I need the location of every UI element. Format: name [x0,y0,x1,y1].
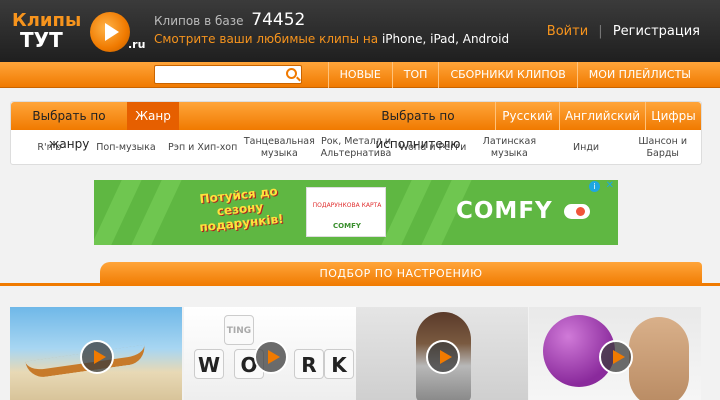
play-icon[interactable] [80,340,114,374]
dice-letter: W [194,349,224,379]
mood-title: Подбор по настроению [319,267,483,280]
auth-links: Войти | Регистрация [547,24,700,39]
logo-play-icon [90,12,130,52]
tab-genre[interactable]: Жанр [127,102,179,130]
ad-brand-logo: COMFY [456,198,553,224]
tagline: Смотрите ваши любимые клипы на iPhone, i… [154,32,509,46]
mood-thumb-relax[interactable] [10,307,182,400]
nav-my-playlists[interactable]: Мои плейлисты [576,62,702,88]
genre-chanson[interactable]: Шансон и Барды [624,130,701,165]
genre-tab-bar: Выбрать по жанру Жанр Выбрать по исполни… [11,102,701,151]
register-link[interactable]: Регистрация [613,24,700,39]
logo-text-line2: ТУТ [20,28,63,52]
mood-thumb-work[interactable]: TING W O R K [184,307,356,400]
clip-count-label: Клипов в базе [154,14,244,28]
auth-separator: | [598,24,603,39]
tab-by-genre[interactable]: Выбрать по жанру [11,102,127,151]
clip-count-value: 74452 [251,10,306,30]
search-icon[interactable] [286,68,297,79]
genre-rnb[interactable]: R'n'b [11,130,88,165]
logo-suffix: .ru [128,38,146,51]
dice-letter: K [324,349,354,379]
genre-rap-hiphop[interactable]: Рэп и Хип-хоп [164,130,241,165]
ad-promo-text: Потуйся до сезону подарунків! [198,184,285,235]
login-link[interactable]: Войти [547,24,588,39]
genre-latin[interactable]: Латинская музыка [471,130,548,165]
nav-new[interactable]: Новые [327,62,392,88]
ad-toggle-icon [564,204,590,219]
genre-panel: Выбрать по жанру Жанр Выбрать по исполни… [10,101,702,165]
search-input[interactable] [154,65,302,84]
tab-english[interactable]: Английский [559,102,645,130]
ad-banner[interactable]: Потуйся до сезону подарунків! ПОДАРУНКОВ… [94,180,618,245]
tab-russian[interactable]: Русский [495,102,559,130]
main-nav: Новые Топ Сборники клипов Мои плейлисты [327,62,702,88]
dice-top: TING [224,315,254,345]
mood-thumb-dance[interactable] [356,307,528,400]
nav-top[interactable]: Топ [391,62,439,88]
site-header: Клипы ТУТ .ru Клипов в базе 74452 Смотри… [0,0,720,62]
tagline-text: Смотрите ваши любимые клипы на [154,32,379,46]
genre-world-reggae[interactable]: World и Регги [394,130,471,165]
mood-thumb-anger[interactable] [529,307,701,400]
genre-list: R'n'b Поп-музыка Рэп и Хип-хоп Танцеваль… [11,130,701,165]
genre-rock-metal[interactable]: Рок, Металл и Альтернатива [318,130,395,165]
ad-info-icon[interactable]: i [589,181,600,192]
clip-count: Клипов в базе 74452 [154,10,305,30]
dice-letter: R [294,349,324,379]
genre-dance[interactable]: Танцевальная музыка [241,130,318,165]
face-image [629,317,689,400]
mood-header: Подбор по настроению [100,262,702,286]
genre-indie[interactable]: Инди [548,130,625,165]
nav-compilations[interactable]: Сборники клипов [438,62,576,88]
ad-gift-card: ПОДАРУНКОВА КАРТА COMFY [306,187,386,237]
play-icon[interactable] [426,340,460,374]
site-logo[interactable]: Клипы ТУТ .ru [12,8,146,54]
tab-digits[interactable]: Цифры [645,102,701,130]
tagline-devices: iPhone, iPad, Android [381,32,510,46]
play-icon[interactable] [254,340,288,374]
ad-close-icon[interactable]: ✕ [606,180,614,191]
ad-card-text: ПОДАРУНКОВА КАРТА [312,202,382,209]
genre-pop[interactable]: Поп-музыка [88,130,165,165]
ad-card-brand: COMFY [333,222,361,230]
play-icon[interactable] [599,340,633,374]
tab-by-artist[interactable]: Выбрать по исполнителю [343,102,493,151]
